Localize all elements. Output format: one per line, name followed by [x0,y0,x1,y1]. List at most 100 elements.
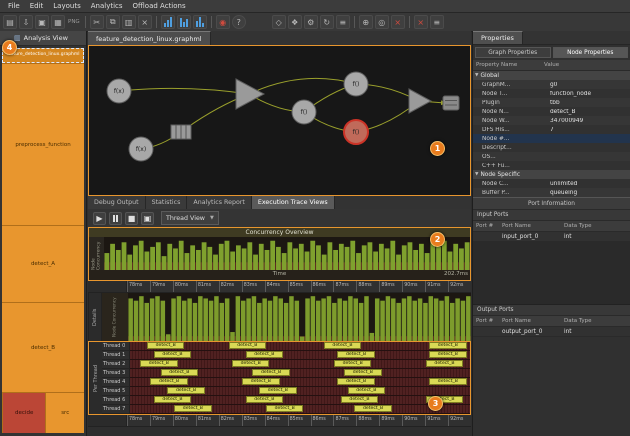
thread-track[interactable]: detect_B detect_B detect_B [130,387,470,396]
prop-row-4[interactable]: Node N...detect_B [473,107,630,116]
subtab-node-properties[interactable]: Node Properties [553,47,629,58]
thread-track[interactable]: detect_B detect_B detect_B detect_B [130,342,470,351]
prop-row-10[interactable]: C++ Fu... [473,161,630,170]
view-selector[interactable]: Thread View ▼ [161,211,219,225]
prop-group-0[interactable]: ▼Global [473,71,630,80]
toolbar-copy-icon[interactable]: ⧉ [106,15,120,29]
task-marker[interactable]: detect_B [334,360,371,367]
toolbar-topology-icon[interactable]: ❖ [288,15,302,29]
pause-button[interactable] [109,212,122,225]
menu-offload-actions[interactable]: Offload Actions [128,2,191,10]
treemap-block-detect_B[interactable]: detect_B [2,302,84,392]
toolbar-save-icon[interactable]: ▣ [35,15,49,29]
toolbar-record-icon[interactable]: ◉ [216,15,230,29]
task-marker[interactable]: detect_B [246,351,283,358]
task-marker[interactable]: detect_B [344,369,381,376]
task-marker[interactable]: detect_B [337,351,374,358]
graph-node-fn3[interactable]: f() [344,120,368,144]
graph-node-bc1[interactable] [236,79,264,109]
task-marker[interactable]: detect_B [341,396,378,403]
treemap-block-src[interactable]: src [45,393,84,433]
task-marker[interactable]: detect_B [259,387,296,394]
toolbar-paste-icon[interactable]: ▥ [122,15,136,29]
task-marker[interactable]: detect_B [429,351,466,358]
task-marker[interactable]: detect_B [252,369,289,376]
task-marker[interactable]: detect_B [174,405,211,412]
toolbar-search-icon[interactable]: ◎ [375,15,389,29]
tab-debug-output[interactable]: Debug Output [88,196,146,209]
toolbar-help-icon[interactable]: ? [232,15,246,29]
task-marker[interactable]: detect_B [161,369,198,376]
toolbar-refresh-icon[interactable]: ↻ [320,15,334,29]
prop-row-1[interactable]: GraphM...g0 [473,80,630,89]
task-marker[interactable]: detect_B [337,378,374,385]
thread-track[interactable]: detect_B detect_B detect_B [130,405,470,414]
task-marker[interactable]: detect_B [167,387,204,394]
prop-row-9[interactable]: OS... [473,152,630,161]
task-marker[interactable]: detect_B [229,342,266,349]
task-marker[interactable]: detect_B [348,387,385,394]
menu-analytics[interactable]: Analytics [86,2,128,10]
menu-edit[interactable]: Edit [25,2,49,10]
toolbar-histogram-icon[interactable] [193,15,207,29]
toolbar-list-icon[interactable]: ≡ [336,15,350,29]
thread-track[interactable]: detect_Bdetect_Bdetect_Bdetect_B [130,396,470,405]
toolbar-open-icon[interactable]: ▤ [3,15,17,29]
task-marker[interactable]: detect_B [354,405,391,412]
prop-row-12[interactable]: Node C...unlimited [473,179,630,188]
task-marker[interactable]: detect_B [242,378,279,385]
prop-row-5[interactable]: Node W...347000949 [473,116,630,125]
task-marker[interactable]: detect_B [154,396,191,403]
task-marker[interactable]: detect_B [147,342,184,349]
toolbar-menu-more-icon[interactable]: ≡ [430,15,444,29]
snapshot-button[interactable]: ▣ [141,212,154,225]
task-marker[interactable]: detect_B [324,342,361,349]
menu-layouts[interactable]: Layouts [48,2,85,10]
task-marker[interactable]: detect_B [429,342,466,349]
thread-track[interactable]: detect_B detect_B detect_B detect_B [130,360,470,369]
task-marker[interactable]: detect_B [266,405,303,412]
graph-canvas[interactable]: f(x)f(x)f()f()f() [88,45,471,196]
graph-node-src2[interactable]: f(x) [129,137,153,161]
tab-graphml-document[interactable]: feature_detection_linux.graphml [88,31,211,45]
treemap-block-decide[interactable]: decide [2,393,45,433]
toolbar-zoom-in-icon[interactable]: ⊕ [359,15,373,29]
task-marker[interactable]: detect_B [429,378,466,385]
toolbar-import-icon[interactable]: ⇩ [19,15,33,29]
task-marker[interactable]: detect_B [426,360,463,367]
overview-chart[interactable] [104,237,470,270]
prop-row-6[interactable]: DFS His...7 [473,125,630,134]
prop-row-3[interactable]: Plugintbb [473,98,630,107]
prop-group-11[interactable]: ▼Node Specific [473,170,630,179]
port-row[interactable]: output_port_0int [473,327,630,337]
prop-row-7[interactable]: Node #... [473,134,630,143]
collapse-arrow-icon[interactable]: ▼ [475,172,478,177]
toolbar-close-red-icon[interactable]: × [414,15,428,29]
treemap-block-preprocess_function[interactable]: preprocess_function [2,63,84,225]
subtab-graph-properties[interactable]: Graph Properties [475,47,551,58]
graph-node-src1[interactable]: f(x) [107,79,131,103]
task-marker[interactable]: detect_B [232,360,269,367]
toolbar-cut-icon[interactable]: ✂ [90,15,104,29]
menu-file[interactable]: File [3,2,25,10]
toolbar-delete-icon[interactable]: × [138,15,152,29]
treemap-block-detect_A[interactable]: detect_A [2,225,84,302]
task-marker[interactable]: detect_B [246,396,283,403]
task-marker[interactable]: detect_B [154,351,191,358]
details-chart[interactable] [128,293,471,341]
thread-track[interactable]: detect_B detect_B detect_B detect_B [130,378,470,387]
toolbar-export-png-icon[interactable]: ▦ [51,15,65,29]
prop-row-13[interactable]: Buffer P...queueing [473,188,630,197]
toolbar-settings-icon[interactable]: ⚙ [304,15,318,29]
tab-analytics-report[interactable]: Analytics Report [187,196,251,209]
graph-node-fn2[interactable]: f() [344,72,368,96]
prop-row-2[interactable]: Node T...function_node [473,89,630,98]
tab-properties[interactable]: Properties [473,31,523,44]
tab-statistics[interactable]: Statistics [146,196,188,209]
graph-node-buf[interactable] [171,125,191,139]
toolbar-bar-chart-icon[interactable] [161,15,175,29]
task-marker[interactable]: detect_B [150,378,187,385]
thread-track[interactable]: detect_B detect_B detect_B detect_B [130,351,470,360]
task-marker[interactable]: detect_B [140,360,177,367]
prop-row-8[interactable]: Descript... [473,143,630,152]
